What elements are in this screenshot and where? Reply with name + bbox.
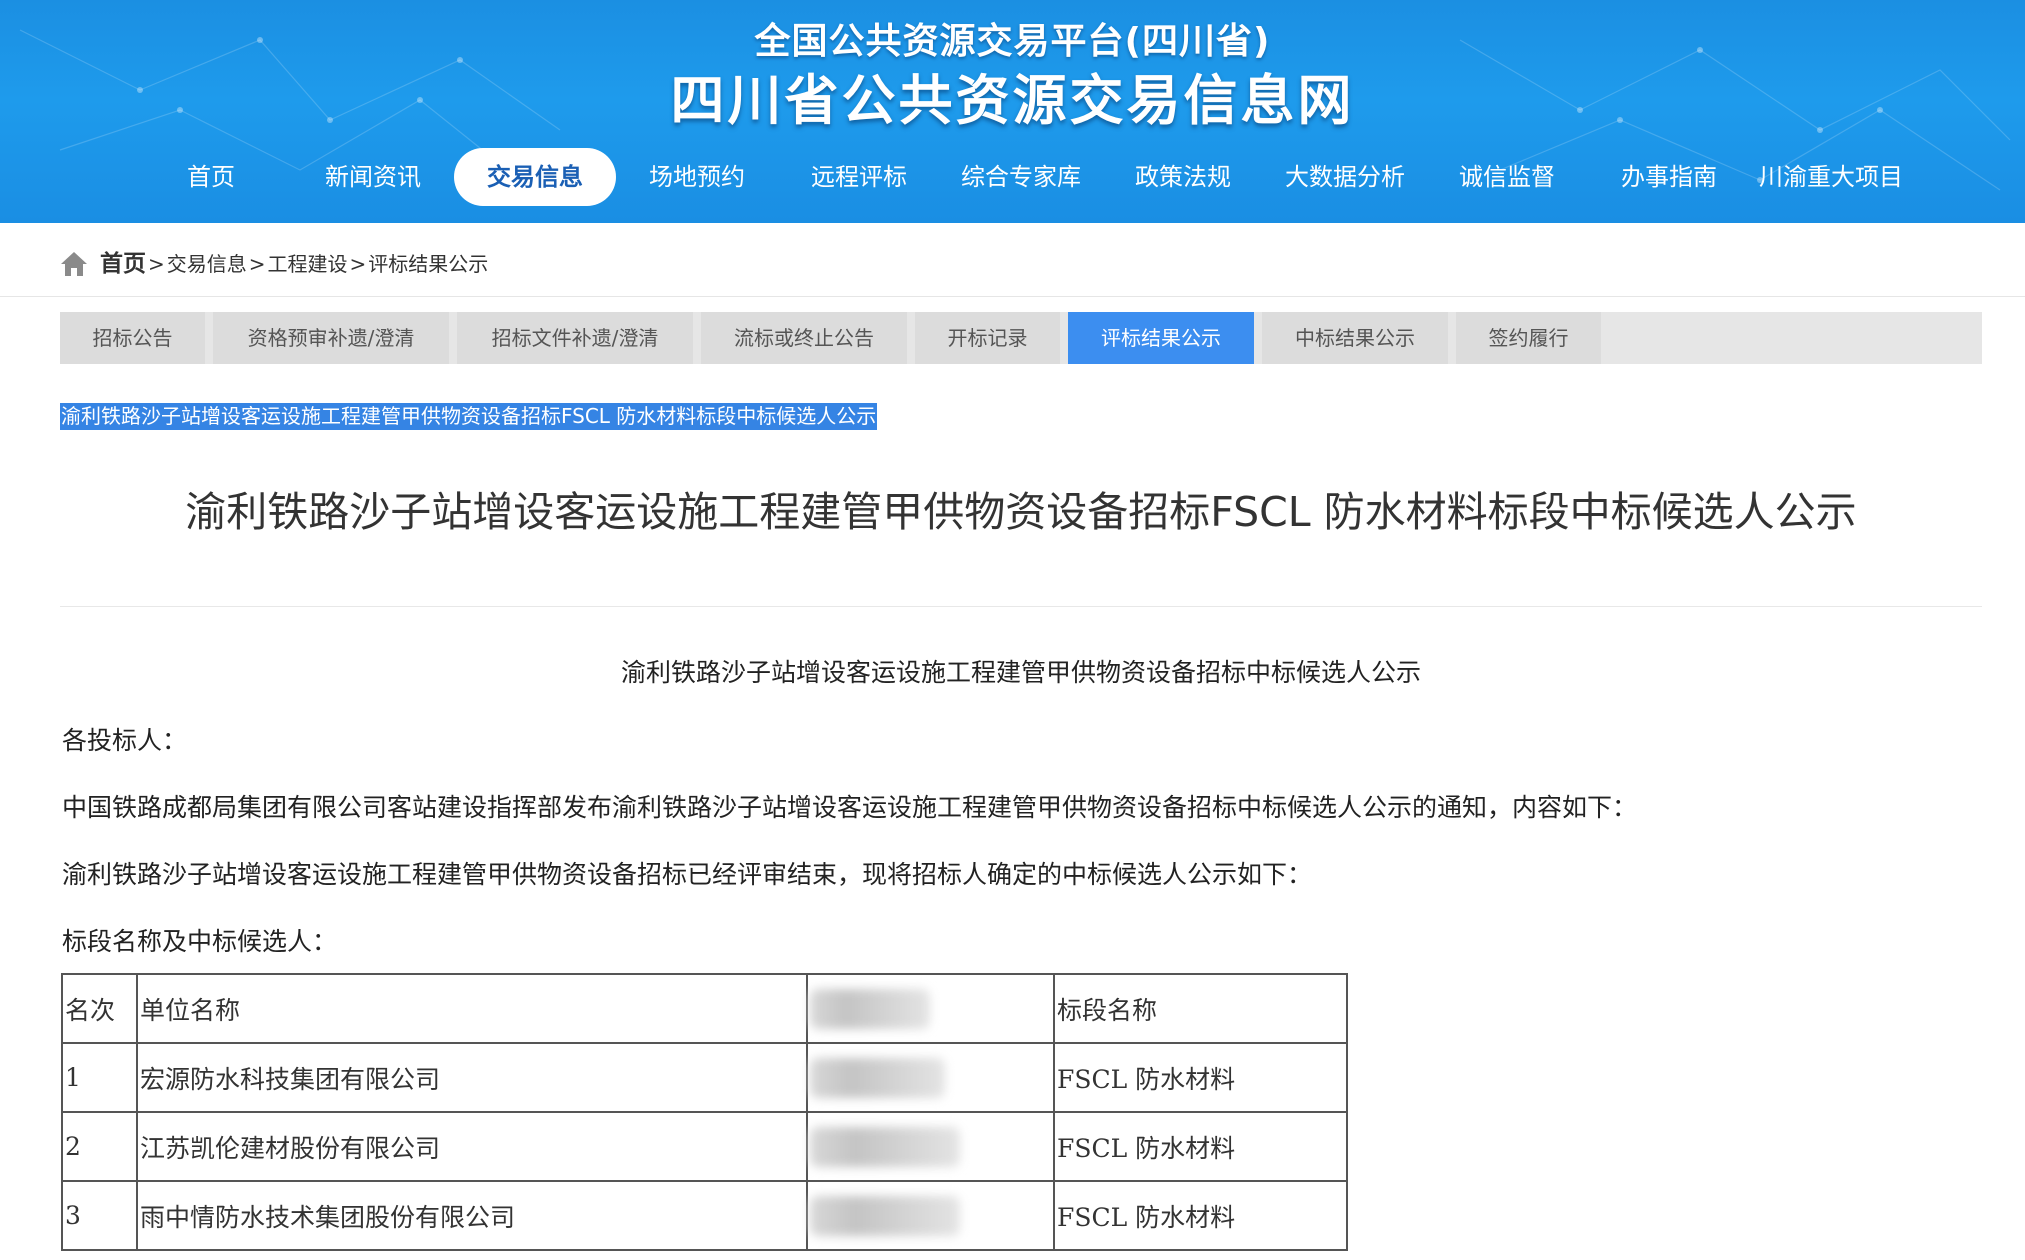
header-redacted [806,973,1055,1044]
cell-redacted [806,1042,1055,1113]
cell-company: 宏源防水科技集团有限公司 [136,1042,808,1113]
home-icon [61,252,87,276]
tab-tender-notice[interactable]: 招标公告 [60,312,205,364]
table-row: 1 宏源防水科技集团有限公司 FSCL 防水材料 [61,1042,1348,1113]
category-tabs: 招标公告 资格预审补遗/澄清 招标文件补遗/澄清 流标或终止公告 开标记录 评标… [60,312,1982,364]
breadcrumb-separator: > [349,252,367,276]
document-heading: 渝利铁路沙子站增设客运设施工程建管甲供物资设备招标中标候选人公示 [620,658,1421,687]
table-header-row: 名次 单位名称 标段名称 [61,973,1348,1044]
tab-bid-opening-record[interactable]: 开标记录 [915,312,1060,364]
candidates-label: 标段名称及中标候选人： [62,927,338,956]
breadcrumb-divider [0,296,2025,297]
cell-rank: 3 [61,1180,138,1251]
redacted-blur [810,988,930,1029]
table-row: 3 雨中情防水技术集团股份有限公司 FSCL 防水材料 [61,1180,1348,1251]
nav-item-service-guide[interactable]: 办事指南 [1588,148,1750,206]
cell-section: FSCL 防水材料 [1053,1180,1348,1251]
header-rank: 名次 [61,973,138,1044]
redacted-blur [810,1126,960,1167]
article-title: 渝利铁路沙子站增设客运设施工程建管甲供物资设备招标FSCL 防水材料标段中标候选… [185,488,1857,536]
cell-rank: 1 [61,1042,138,1113]
nav-item-remote-evaluation[interactable]: 远程评标 [778,148,940,206]
tab-failed-or-terminated[interactable]: 流标或终止公告 [701,312,907,364]
result-paragraph: 渝利铁路沙子站增设客运设施工程建管甲供物资设备招标已经评审结束，现将招标人确定的… [62,860,1313,889]
candidates-table: 名次 单位名称 标段名称 1 宏源防水科技集团有限公司 FSCL 防水材料 2 … [61,973,1348,1251]
nav-item-chuanyu-projects[interactable]: 川渝重大项目 [1750,148,1912,206]
tab-tender-doc-addendum[interactable]: 招标文件补遗/澄清 [457,312,693,364]
nav-item-home[interactable]: 首页 [130,148,292,206]
nav-item-news[interactable]: 新闻资讯 [292,148,454,206]
breadcrumb-construction[interactable]: 工程建设 [268,244,348,284]
cell-redacted [806,1111,1055,1182]
redacted-blur [810,1057,945,1098]
redacted-blur [810,1195,960,1236]
header-company: 单位名称 [136,973,808,1044]
nav-item-credit-supervision[interactable]: 诚信监督 [1426,148,1588,206]
tab-prequalification-addendum[interactable]: 资格预审补遗/澄清 [213,312,449,364]
nav-item-trade-info[interactable]: 交易信息 [454,148,616,206]
selected-title-text[interactable]: 渝利铁路沙子站增设客运设施工程建管甲供物资设备招标FSCL 防水材料标段中标候选… [60,403,878,430]
cell-section: FSCL 防水材料 [1053,1042,1348,1113]
breadcrumb-separator: > [248,252,266,276]
nav-item-policies[interactable]: 政策法规 [1102,148,1264,206]
nav-item-venue-booking[interactable]: 场地预约 [616,148,778,206]
tab-award-results[interactable]: 中标结果公示 [1262,312,1448,364]
site-header: 全国公共资源交易平台(四川省) 四川省公共资源交易信息网 首页 新闻资讯 交易信… [0,0,2025,223]
cell-company: 江苏凯伦建材股份有限公司 [136,1111,808,1182]
table-row: 2 江苏凯伦建材股份有限公司 FSCL 防水材料 [61,1111,1348,1182]
breadcrumb-separator: > [148,252,165,276]
tab-evaluation-results[interactable]: 评标结果公示 [1068,312,1254,364]
breadcrumb: 首页 > 交易信息 > 工程建设 > 评标结果公示 [60,244,488,284]
title-divider [60,606,1982,607]
cell-company: 雨中情防水技术集团股份有限公司 [136,1180,808,1251]
site-title: 四川省公共资源交易信息网 [670,69,1355,132]
breadcrumb-trade-info[interactable]: 交易信息 [167,244,247,284]
breadcrumb-evaluation-results[interactable]: 评标结果公示 [368,244,488,284]
nav-item-expert-library[interactable]: 综合专家库 [940,148,1102,206]
cell-redacted [806,1180,1055,1251]
header-section: 标段名称 [1053,973,1348,1044]
nav-item-big-data[interactable]: 大数据分析 [1264,148,1426,206]
tab-contract-performance[interactable]: 签约履行 [1456,312,1601,364]
salutation: 各投标人： [62,726,188,755]
breadcrumb-home[interactable]: 首页 [100,244,146,284]
cell-rank: 2 [61,1111,138,1182]
notice-paragraph: 中国铁路成都局集团有限公司客站建设指挥部发布渝利铁路沙子站增设客运设施工程建管甲… [62,793,1638,822]
cell-section: FSCL 防水材料 [1053,1111,1348,1182]
